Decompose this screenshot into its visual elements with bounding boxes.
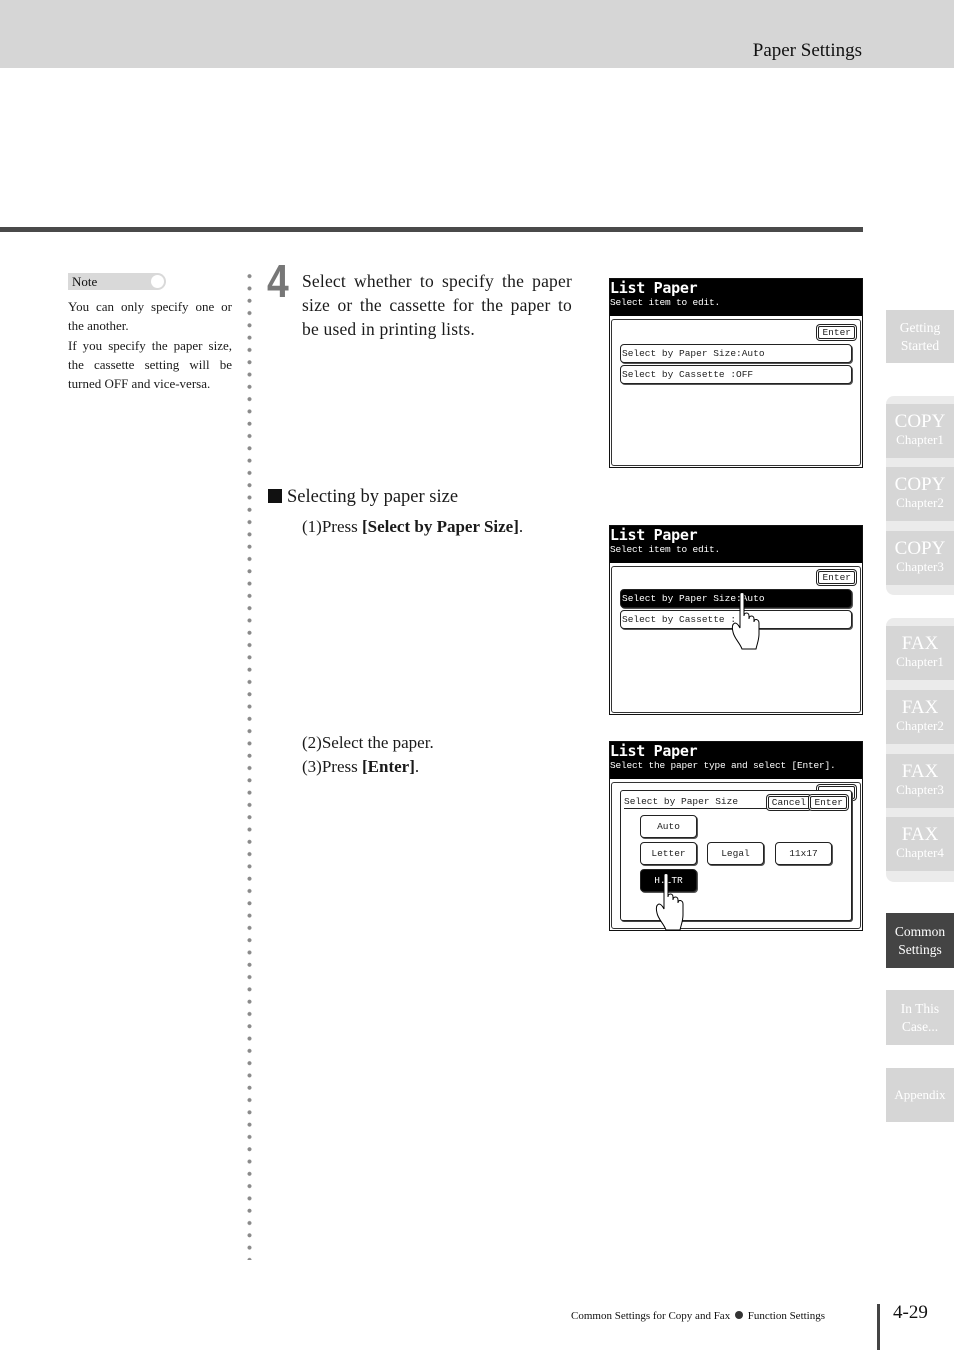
footer-breadcrumb: Common Settings for Copy and Fax Functio… xyxy=(571,1310,825,1322)
section-title: Paper Settings xyxy=(752,40,862,61)
screen-title: List Paper xyxy=(610,742,698,760)
tab-common-settings[interactable]: Common Settings xyxy=(886,913,954,968)
screen-subtitle: Select item to edit. xyxy=(610,544,721,555)
substep-num: (1) xyxy=(302,517,322,536)
tab-sublabel: Case... xyxy=(901,1019,939,1034)
tab-label: FAX xyxy=(901,761,939,782)
substep-suffix: . xyxy=(518,517,524,536)
screen-title: List Paper xyxy=(610,279,698,297)
screen-body: Enter Select by Paper Size:Auto Select b… xyxy=(611,319,861,466)
tab-label: Getting xyxy=(899,320,941,335)
substep-1: (1)Press [Select by Paper Size]. xyxy=(302,517,523,537)
substep-text: Select the paper. xyxy=(321,733,434,752)
tab-sublabel: Settings xyxy=(898,942,942,957)
footer-chapter: Common Settings for Copy and Fax xyxy=(571,1310,731,1322)
substep-bold: [Enter] xyxy=(361,757,415,776)
screen-subtitle: Select the paper type and select [Enter]… xyxy=(610,760,836,771)
select-by-paper-size-item[interactable]: Select by Paper Size:Auto xyxy=(620,344,852,363)
tab-sublabel: Chapter2 xyxy=(896,718,944,733)
screen-body: Enter Select by Paper Size Cancel Enter … xyxy=(611,782,861,929)
substep-num: (2) xyxy=(302,733,322,752)
header-rule xyxy=(0,227,863,232)
footer-divider xyxy=(877,1304,880,1350)
tab-getting-started[interactable]: Getting Started xyxy=(886,310,954,363)
tab-appendix[interactable]: Appendix xyxy=(886,1068,954,1122)
screen-header: List Paper Select item to edit. xyxy=(610,279,862,316)
note-line: If you specify the paper size, the casse… xyxy=(68,337,232,392)
subsection-heading: Selecting by paper size xyxy=(268,487,458,508)
tab-sublabel: Chapter4 xyxy=(896,845,944,860)
paper-button-auto[interactable]: Auto xyxy=(640,815,697,838)
tab-label: Common xyxy=(894,924,946,939)
substep-suffix: . xyxy=(414,757,420,776)
enter-button[interactable]: Enter xyxy=(810,796,847,809)
dialog-title: Select by Paper Size xyxy=(624,796,768,809)
paper-button-letter[interactable]: Letter xyxy=(640,842,697,865)
tab-sublabel: Chapter1 xyxy=(896,432,944,447)
substep-3: (3)Press [Enter]. xyxy=(302,757,419,777)
tab-label: FAX xyxy=(901,697,939,718)
tab-label: COPY xyxy=(894,474,946,495)
tab-fax-chapter4[interactable]: FAX Chapter4 xyxy=(886,817,954,871)
note-body: You can only specify one or the another.… xyxy=(68,297,232,393)
footer-section: Function Settings xyxy=(747,1310,826,1322)
tab-fax-chapter2[interactable]: FAX Chapter2 xyxy=(886,690,954,744)
bullet-icon xyxy=(734,1311,743,1319)
note-tag: Note xyxy=(68,273,166,290)
screen-header: List Paper Select the paper type and sel… xyxy=(610,742,862,779)
tab-copy-chapter1[interactable]: COPY Chapter1 xyxy=(886,404,954,458)
cancel-button[interactable]: Cancel xyxy=(767,796,810,809)
note-label: Note xyxy=(72,274,98,289)
tab-label: In This xyxy=(900,1001,940,1016)
tab-copy-chapter2[interactable]: COPY Chapter2 xyxy=(886,467,954,521)
page-number: 4-29 xyxy=(893,1302,928,1323)
tab-sublabel: Chapter2 xyxy=(896,495,944,510)
tab-sublabel: Chapter1 xyxy=(896,654,944,669)
substep-bold: [Select by Paper Size] xyxy=(361,517,519,536)
substep-num: (3) xyxy=(302,757,322,776)
note-line: You can only specify one or the another. xyxy=(68,299,232,334)
paper-button-legal[interactable]: Legal xyxy=(707,842,764,865)
screen-header: List Paper Select item to edit. xyxy=(610,526,862,563)
screen-list-paper-2: List Paper Select item to edit. Enter Se… xyxy=(609,525,863,715)
select-by-cassette-item[interactable]: Select by Cassette :OFF xyxy=(620,365,852,384)
step-text: Select whether to specify the paper size… xyxy=(302,271,572,339)
substep-text: Press xyxy=(321,517,362,536)
pointing-hand-icon xyxy=(655,873,684,931)
screen-list-paper-3: List Paper Select the paper type and sel… xyxy=(609,741,863,931)
tab-copy-chapter3[interactable]: COPY Chapter3 xyxy=(886,531,954,585)
tab-label: COPY xyxy=(894,538,946,559)
step-number: 4 xyxy=(267,255,289,307)
substep-2: (2)Select the paper. xyxy=(302,733,434,753)
substep-text: Press xyxy=(321,757,362,776)
tab-in-this-case[interactable]: In This Case... xyxy=(886,990,954,1045)
note-circle-icon xyxy=(151,275,164,288)
tab-fax-chapter1[interactable]: FAX Chapter1 xyxy=(886,626,954,680)
screen-list-paper-1: List Paper Select item to edit. Enter Se… xyxy=(609,278,863,468)
screen-subtitle: Select item to edit. xyxy=(610,297,721,308)
paper-button-11x17[interactable]: 11x17 xyxy=(775,842,832,865)
screen-title: List Paper xyxy=(610,526,698,544)
tab-label: COPY xyxy=(894,411,946,432)
tab-label: FAX xyxy=(901,824,939,845)
enter-button[interactable]: Enter xyxy=(818,326,855,339)
subsection-heading-text: Selecting by paper size xyxy=(287,487,459,507)
tab-label: FAX xyxy=(901,633,939,654)
tab-sublabel: Chapter3 xyxy=(896,782,944,797)
pointing-hand-icon xyxy=(731,592,760,650)
enter-button[interactable]: Enter xyxy=(818,571,855,584)
tab-label: Appendix xyxy=(894,1087,946,1102)
square-bullet-icon xyxy=(268,489,282,503)
tab-sublabel: Chapter3 xyxy=(896,559,944,574)
tab-fax-chapter3[interactable]: FAX Chapter3 xyxy=(886,754,954,808)
tab-sublabel: Started xyxy=(900,338,940,353)
dotted-separator xyxy=(247,270,252,1260)
